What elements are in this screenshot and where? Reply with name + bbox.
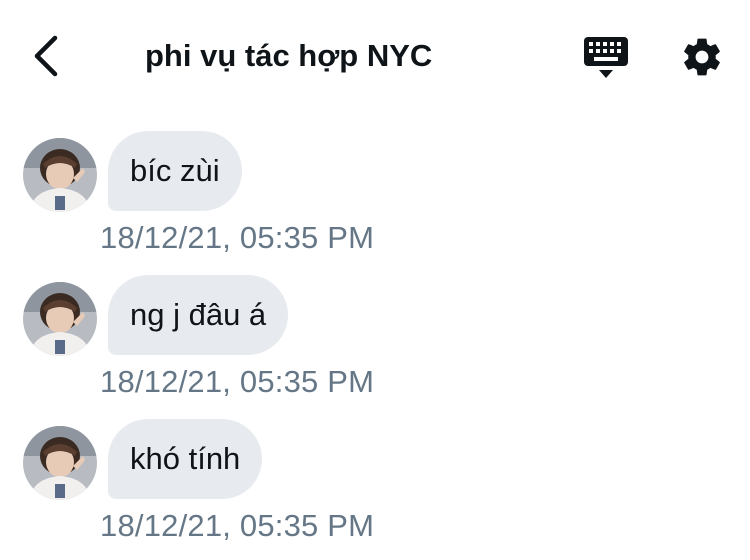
settings-button[interactable]: [680, 35, 724, 79]
avatar[interactable]: [23, 138, 97, 212]
gear-icon: [684, 38, 720, 76]
conversation-header: phi vụ tác hợp NYC: [0, 0, 750, 112]
message-timestamp: 18/12/21, 05:35 PM: [100, 364, 375, 399]
message-item: bíc zùi 18/12/21, 05:35 PM: [0, 128, 750, 272]
message-bubble[interactable]: ng j đâu á: [108, 275, 289, 355]
conversation-title: phi vụ tác hợp NYC: [145, 38, 433, 73]
message-timestamp: 18/12/21, 05:35 PM: [100, 508, 375, 543]
message-list: bíc zùi 18/12/21, 05:35 PM ng j đâu á 18…: [0, 128, 750, 560]
message-bubble[interactable]: khó tính: [108, 419, 263, 499]
avatar[interactable]: [23, 282, 97, 356]
back-button[interactable]: [26, 34, 66, 78]
message-item: khó tính 18/12/21, 05:35 PM: [0, 416, 750, 560]
message-bubble[interactable]: bíc zùi: [108, 131, 242, 211]
message-timestamp: 18/12/21, 05:35 PM: [100, 220, 375, 255]
avatar[interactable]: [23, 426, 97, 500]
chevron-left-icon: [34, 35, 58, 77]
keyboard-button[interactable]: [582, 34, 630, 80]
message-item: ng j đâu á 18/12/21, 05:35 PM: [0, 272, 750, 416]
keyboard-icon: [584, 37, 628, 78]
